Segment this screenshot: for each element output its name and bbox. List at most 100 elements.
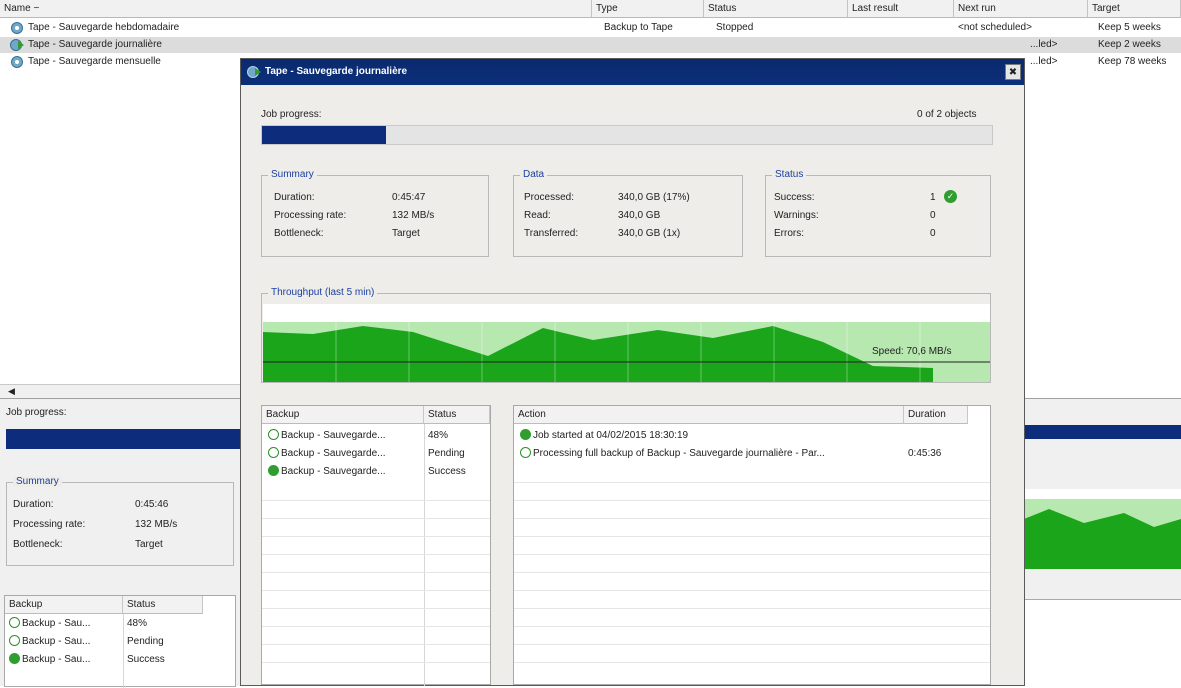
grid-line xyxy=(262,662,490,663)
dialog-titlebar[interactable]: Tape - Sauvegarde journalière ✖ xyxy=(241,59,1024,85)
column-last-result[interactable]: Last result xyxy=(848,0,954,18)
bg-summary-legend: Summary xyxy=(13,476,62,487)
transferred-label: Transferred: xyxy=(524,228,579,239)
job-name: Tape - Sauvegarde mensuelle xyxy=(28,56,161,67)
duration-column-header[interactable]: Duration xyxy=(904,406,968,424)
backup-row[interactable]: Backup - Sauvegarde... xyxy=(268,446,422,462)
background-throughput-chart xyxy=(1024,489,1181,569)
job-next-run: ...led> xyxy=(1030,39,1058,50)
job-next-run: <not scheduled> xyxy=(958,22,1032,33)
job-status: Stopped xyxy=(716,22,754,33)
close-icon[interactable]: ✖ xyxy=(1005,64,1021,80)
grid-line xyxy=(262,518,490,519)
backup-column-header[interactable]: Backup xyxy=(262,406,424,424)
background-detail-panel-right xyxy=(1024,398,1181,687)
bg-status-column[interactable]: Status xyxy=(123,596,203,614)
action-row[interactable]: Job started at 04/02/2015 18:30:19 xyxy=(520,428,900,444)
backup-row[interactable]: Backup - Sauvegarde... xyxy=(268,428,422,444)
backup-status: Pending xyxy=(428,448,465,459)
backup-row[interactable]: Backup - Sauvegarde... xyxy=(268,464,422,480)
running-icon xyxy=(268,429,279,440)
bottleneck-value: Target xyxy=(392,228,420,239)
bottleneck-label: Bottleneck: xyxy=(274,228,324,239)
tape-job-icon xyxy=(11,56,23,68)
column-next-run[interactable]: Next run xyxy=(954,0,1088,18)
status-legend: Status xyxy=(772,169,807,180)
job-name: Tape - Sauvegarde journalière xyxy=(28,39,162,50)
bg-column-divider xyxy=(123,614,124,688)
processed-value: 340,0 GB (17%) xyxy=(618,192,690,203)
tape-job-icon xyxy=(11,22,23,34)
duration-value: 0:45:47 xyxy=(392,192,426,203)
warnings-label: Warnings: xyxy=(774,210,819,221)
column-name[interactable]: Name − xyxy=(0,0,592,18)
job-progress-bar xyxy=(261,125,993,145)
success-check-icon xyxy=(520,429,531,440)
action-duration: 0:45:36 xyxy=(908,448,942,459)
column-divider xyxy=(424,424,425,686)
action-column-header[interactable]: Action xyxy=(514,406,904,424)
grid-line xyxy=(262,626,490,627)
grid-line xyxy=(262,644,490,645)
column-type[interactable]: Type xyxy=(592,0,704,18)
grid-line xyxy=(514,518,990,519)
read-value: 340,0 GB xyxy=(618,210,661,221)
status-column-header[interactable]: Status xyxy=(424,406,490,424)
throughput-chart xyxy=(263,304,990,382)
summary-group: Summary Duration: 0:45:47 Processing rat… xyxy=(261,169,489,257)
backup-status: Success xyxy=(428,466,466,477)
scroll-left-arrow-icon[interactable]: ◀ xyxy=(8,386,15,397)
read-label: Read: xyxy=(524,210,551,221)
bg-bottleneck-value: Target xyxy=(135,539,163,550)
action-row[interactable]: Processing full backup of Backup - Sauve… xyxy=(520,446,900,462)
bg-backup-row[interactable]: Backup - Sau... xyxy=(9,652,90,668)
dialog-title: Tape - Sauvegarde journalière xyxy=(265,66,408,77)
summary-legend: Summary xyxy=(268,169,317,180)
data-legend: Data xyxy=(520,169,548,180)
success-check-icon xyxy=(9,653,20,664)
horizontal-scrollbar[interactable]: ◀ xyxy=(0,384,240,398)
bg-backup-row[interactable]: Backup - Sau... xyxy=(9,616,90,632)
job-target: Keep 78 weeks xyxy=(1098,56,1167,67)
warnings-count: 0 xyxy=(930,210,936,221)
running-icon xyxy=(520,447,531,458)
grid-line xyxy=(262,536,490,537)
status-group: Status Success: 1 ✓ Warnings: 0 Errors: … xyxy=(765,169,991,257)
column-status[interactable]: Status xyxy=(704,0,848,18)
bg-backup-row[interactable]: Backup - Sau... xyxy=(9,634,90,650)
bg-backup-status: 48% xyxy=(127,618,148,629)
throughput-group: Throughput (last 5 min) Speed: 70,6 MB/s xyxy=(261,287,991,383)
grid-line xyxy=(514,644,990,645)
grid-line xyxy=(514,590,990,591)
action-table: Action Duration Job started at 04/02/201… xyxy=(513,405,991,685)
job-target: Keep 5 weeks xyxy=(1098,22,1161,33)
grid-line xyxy=(262,608,490,609)
grid-line xyxy=(514,608,990,609)
data-group: Data Processed: 340,0 GB (17%) Read: 340… xyxy=(513,169,743,257)
job-target: Keep 2 weeks xyxy=(1098,39,1161,50)
grid-line xyxy=(262,572,490,573)
bg-backup-status: Pending xyxy=(127,636,164,647)
job-name: Tape - Sauvegarde hebdomadaire xyxy=(28,22,180,33)
success-count: 1 xyxy=(930,192,936,203)
tape-job-running-icon xyxy=(10,39,24,51)
bg-backup-column[interactable]: Backup xyxy=(5,596,123,614)
bg-summary-group: Summary Duration: 0:45:46 Processing rat… xyxy=(6,476,234,566)
job-type: Backup to Tape xyxy=(604,22,673,33)
bg-backup-table: Backup Status Backup - Sau... 48% Backup… xyxy=(4,595,236,688)
speed-readout: Speed: 70,6 MB/s xyxy=(872,346,952,357)
errors-label: Errors: xyxy=(774,228,804,239)
running-icon xyxy=(9,635,20,646)
job-row[interactable]: Tape - Sauvegarde journalière ...led> Ke… xyxy=(0,37,1181,53)
success-check-icon: ✓ xyxy=(944,190,957,203)
grid-line xyxy=(514,536,990,537)
column-target[interactable]: Target xyxy=(1088,0,1181,18)
dialog-body: Job progress: 0 of 2 objects Summary Dur… xyxy=(241,85,1024,686)
grid-line xyxy=(514,626,990,627)
backup-status: 48% xyxy=(428,430,449,441)
grid-line xyxy=(514,482,990,483)
background-action-list xyxy=(1024,599,1181,687)
bg-progress-bar xyxy=(6,429,240,449)
job-row[interactable]: Tape - Sauvegarde hebdomadaire Backup to… xyxy=(0,20,1181,36)
throughput-legend: Throughput (last 5 min) xyxy=(268,287,378,298)
